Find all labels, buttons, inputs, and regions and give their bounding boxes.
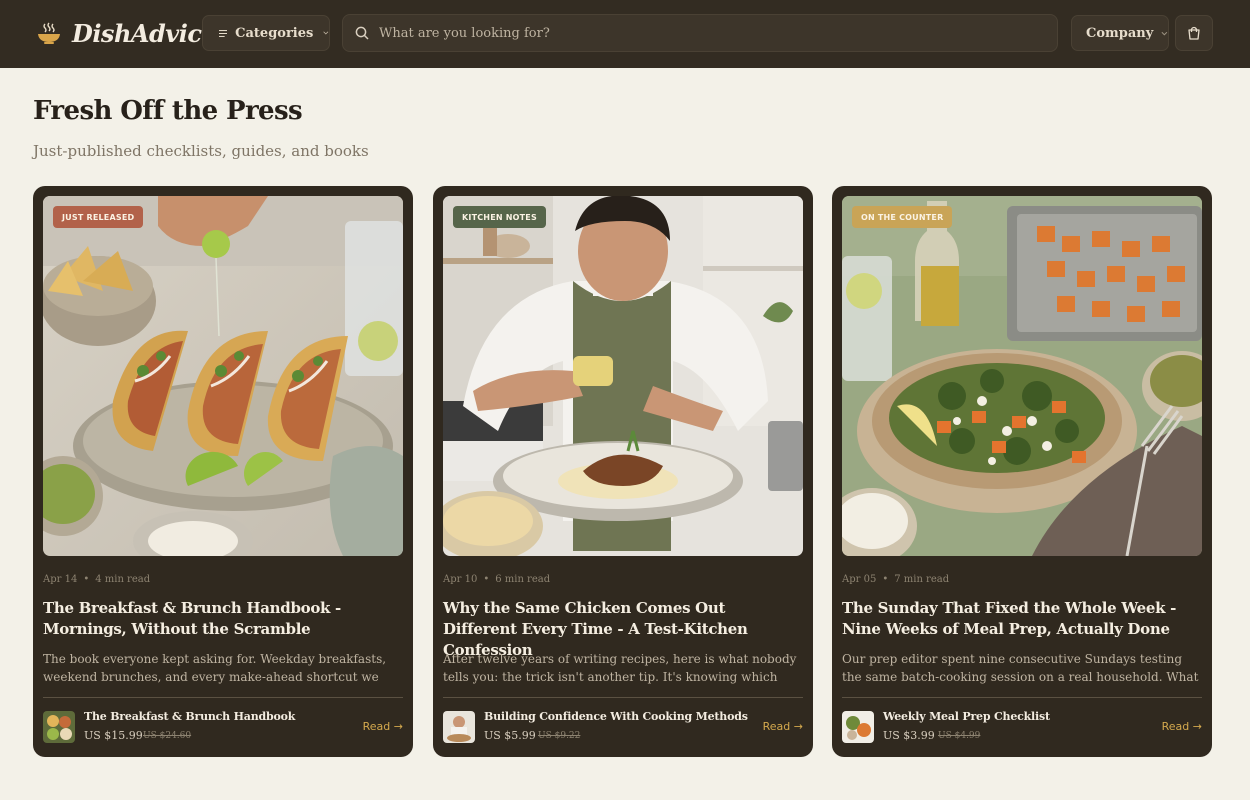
tacos-photo: [43, 196, 403, 556]
search-icon: [355, 26, 369, 40]
article-card[interactable]: JUST RELEASED Apr 14 • 4 min read The Br…: [33, 186, 413, 757]
card-read-time: 7 min read: [894, 574, 950, 585]
card-product[interactable]: Building Confidence With Cooking Methods…: [443, 710, 803, 744]
mealprep-photo: [842, 196, 1202, 556]
product-thumbnail: [842, 711, 874, 743]
card-excerpt: Our prep editor spent nine consecutive S…: [842, 652, 1199, 684]
meta-separator: •: [83, 574, 90, 585]
card-image-mealprep[interactable]: [842, 196, 1202, 556]
search-input[interactable]: [379, 25, 1057, 41]
menu-icon: [219, 29, 228, 37]
card-meta: Apr 14 • 4 min read: [43, 574, 150, 585]
meta-separator: •: [882, 574, 889, 585]
read-link[interactable]: Read →: [1162, 720, 1202, 733]
categories-button[interactable]: Categories: [202, 15, 330, 51]
product-old-price: US $9.22: [538, 731, 581, 741]
brand-link[interactable]: DishAdvice: [36, 16, 217, 50]
search-bar[interactable]: [342, 14, 1058, 52]
card-read-time: 6 min read: [495, 574, 551, 585]
company-button[interactable]: Company: [1071, 15, 1169, 51]
card-meta: Apr 10 • 6 min read: [443, 574, 550, 585]
card-product[interactable]: The Breakfast & Brunch Handbook US $15.9…: [43, 710, 403, 744]
meta-separator: •: [483, 574, 490, 585]
card-badge: JUST RELEASED: [53, 206, 144, 228]
card-image-tacos[interactable]: [43, 196, 403, 556]
card-title[interactable]: The Sunday That Fixed the Whole Week - N…: [842, 598, 1202, 640]
product-price: US $3.99: [883, 729, 935, 742]
card-read-time: 4 min read: [95, 574, 151, 585]
categories-label: Categories: [235, 25, 314, 41]
article-card[interactable]: ON THE COUNTER Apr 05 • 7 min read The S…: [832, 186, 1212, 757]
product-name: Weekly Meal Prep Checklist: [883, 710, 1050, 723]
product-old-price: US $4.99: [938, 731, 981, 741]
brand-name: DishAdvice: [72, 18, 217, 48]
card-divider: [842, 697, 1202, 698]
card-meta: Apr 05 • 7 min read: [842, 574, 949, 585]
chevron-down-icon: [323, 31, 329, 35]
read-link[interactable]: Read →: [363, 720, 403, 733]
card-divider: [443, 697, 803, 698]
shopping-bag-icon: [1188, 26, 1200, 40]
section-subtitle: Just-published checklists, guides, and b…: [33, 142, 369, 160]
product-name: Building Confidence With Cooking Methods: [484, 710, 748, 723]
card-divider: [43, 697, 403, 698]
card-excerpt: The book everyone kept asking for. Weekd…: [43, 652, 387, 684]
card-title[interactable]: The Breakfast & Brunch Handbook - Mornin…: [43, 598, 403, 640]
card-date: Apr 14: [43, 574, 78, 585]
product-price: US $5.99: [484, 729, 536, 742]
card-badge: ON THE COUNTER: [852, 206, 953, 228]
bowl-logo-icon: [38, 22, 60, 44]
chevron-down-icon: [1161, 31, 1168, 35]
card-badge: KITCHEN NOTES: [453, 206, 546, 228]
card-date: Apr 10: [443, 574, 478, 585]
card-product[interactable]: Weekly Meal Prep Checklist US $3.99 US $…: [842, 710, 1202, 744]
card-image-chef[interactable]: [443, 196, 803, 556]
company-label: Company: [1086, 25, 1154, 41]
article-card[interactable]: KITCHEN NOTES Apr 10 • 6 min read Why th…: [433, 186, 813, 757]
product-thumbnail: [443, 711, 475, 743]
card-excerpt: After twelve years of writing recipes, h…: [443, 652, 797, 684]
product-thumbnail: [43, 711, 75, 743]
section-title: Fresh Off the Press: [33, 96, 303, 126]
product-name: The Breakfast & Brunch Handbook: [84, 710, 296, 723]
chef-photo: [443, 196, 803, 556]
cart-button[interactable]: [1175, 15, 1213, 51]
product-old-price: US $24.60: [143, 731, 192, 741]
product-price: US $15.99: [84, 729, 143, 742]
card-date: Apr 05: [842, 574, 877, 585]
read-link[interactable]: Read →: [763, 720, 803, 733]
top-navbar: DishAdvice Categories Company: [0, 0, 1250, 68]
